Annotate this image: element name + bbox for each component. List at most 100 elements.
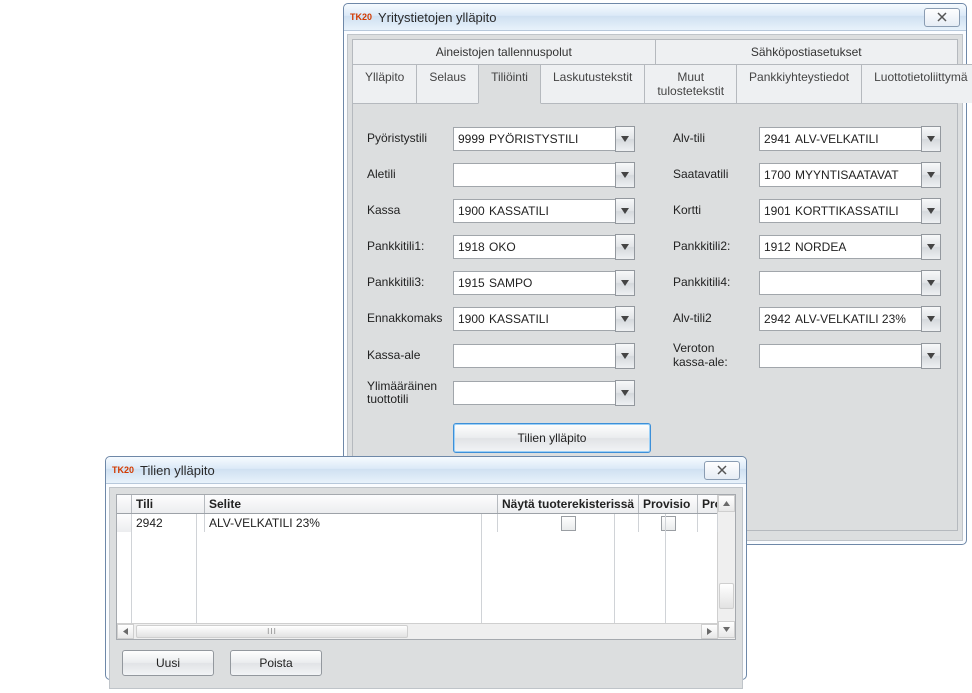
titlebar-tilien[interactable]: TK20 Tilien ylläpito [106,457,746,484]
combo-text[interactable] [485,163,615,187]
window-title: Yritystietojen ylläpito [378,10,924,25]
combo-code[interactable] [759,271,791,295]
table-row[interactable]: 2942 ALV-VELKATILI 23% [117,514,718,532]
combo-code[interactable]: 2941 [759,127,791,151]
chevron-up-icon [723,501,730,506]
field-label: Kortti [673,204,759,218]
combo-text[interactable] [791,271,921,295]
combo-dropdown-button[interactable] [615,380,635,406]
horizontal-scrollbar[interactable]: III [117,623,718,639]
tab-luottotietoliittyma[interactable]: Luottotietoliittymä [861,64,972,103]
checkbox-provisio1[interactable] [661,516,676,531]
combo-dropdown-button[interactable] [921,270,941,296]
tab-selaus[interactable]: Selaus [416,64,479,103]
scroll-thumb-horizontal[interactable]: III [136,625,408,638]
combo-code[interactable]: 2942 [759,307,791,331]
combo-code[interactable] [759,344,791,368]
tab-pankkiyhteystiedot[interactable]: Pankkiyhteystiedot [736,64,862,103]
tab-laskutustekstit[interactable]: Laskutustekstit [540,64,645,103]
cell-selite[interactable]: ALV-VELKATILI 23% [205,514,498,532]
combo-text[interactable]: PYÖRISTYSTILI [485,127,615,151]
combo-code[interactable]: 9999 [453,127,485,151]
tab-sahkopostiasetukset[interactable]: Sähköpostiasetukset [655,39,959,64]
combo-dropdown-button[interactable] [615,306,635,332]
combo-dropdown-button[interactable] [921,234,941,260]
combo-dropdown-button[interactable] [921,198,941,224]
combo-text[interactable]: KORTTIKASSATILI [791,199,921,223]
col-nayta[interactable]: Näytä tuoterekisterissä [498,495,639,513]
combo-code[interactable]: 1912 [759,235,791,259]
combo-dropdown-button[interactable] [615,162,635,188]
tab-yllapito[interactable]: Ylläpito [352,64,417,103]
combo-code[interactable] [453,381,485,405]
tab-muut-tulostetekstit[interactable]: Muut tulostetekstit [644,64,737,103]
field-label: Pankkitili1: [367,240,453,254]
poista-button[interactable]: Poista [230,650,322,676]
combo-text[interactable]: ALV-VELKATILI [791,127,921,151]
sub-tab-row: Ylläpito Selaus Tiliöinti Laskutusteksti… [352,64,958,103]
col-tili[interactable]: Tili [132,495,205,513]
combo-text[interactable] [791,344,921,368]
combo-text[interactable]: OKO [485,235,615,259]
combo-dropdown-button[interactable] [615,234,635,260]
checkbox-nayta[interactable] [561,516,576,531]
combo-code[interactable]: 1901 [759,199,791,223]
combo-code[interactable]: 1918 [453,235,485,259]
combo-dropdown-button[interactable] [615,270,635,296]
combo-code[interactable]: 1900 [453,307,485,331]
combo-code[interactable] [453,163,485,187]
col-provisio1[interactable]: Provisio [639,495,698,513]
combo-text[interactable]: SAMPO [485,271,615,295]
uusi-button[interactable]: Uusi [122,650,214,676]
scroll-right-button[interactable] [701,624,718,639]
cell-provisio1[interactable] [639,514,698,532]
field-label: Pankkitili3: [367,276,453,290]
combo-dropdown-button[interactable] [615,343,635,369]
cell-nayta[interactable] [498,514,639,532]
grid-body[interactable]: 2942 ALV-VELKATILI 23% [117,514,718,623]
col-selite[interactable]: Selite [205,495,498,513]
field-label: Kassa [367,204,453,218]
scroll-track-horizontal[interactable]: III [134,624,701,639]
combo-code[interactable] [453,344,485,368]
combo-code[interactable]: 1900 [453,199,485,223]
cell-tili[interactable]: 2942 [132,514,205,532]
tab-aineistojen-tallennuspolut[interactable]: Aineistojen tallennuspolut [352,39,656,64]
close-button-accounts[interactable] [704,461,740,480]
combo-dropdown-button[interactable] [615,126,635,152]
combo-text[interactable] [485,381,615,405]
scroll-up-button[interactable] [718,495,735,512]
combo-text[interactable]: KASSATILI [485,199,615,223]
app-icon: TK20 [350,12,372,22]
tilien-yllapito-button[interactable]: Tilien ylläpito [453,423,651,453]
close-button[interactable] [924,8,960,27]
accounts-client: Tili Selite Näytä tuoterekisterissä Prov… [109,487,743,689]
field-label: Pankkitili4: [673,276,759,290]
window-title-accounts: Tilien ylläpito [140,463,704,478]
col-provisio2[interactable]: Provisio [698,495,718,513]
combo-dropdown-button[interactable] [615,198,635,224]
combo-code[interactable]: 1700 [759,163,791,187]
combo-dropdown-button[interactable] [921,306,941,332]
combo-code[interactable]: 1915 [453,271,485,295]
combo-text[interactable]: ALV-VELKATILI 23% [791,307,921,331]
cell-provisio2[interactable] [698,514,718,532]
close-icon [937,12,947,22]
chevron-down-icon [723,627,730,632]
scroll-down-button[interactable] [718,621,735,638]
vertical-scrollbar[interactable] [717,495,735,639]
combo-dropdown-button[interactable] [921,343,941,369]
grid-header-marker [117,495,132,513]
field-label: Saatavatili [673,168,759,182]
combo-text[interactable]: MYYNTISAATAVAT [791,163,921,187]
combo-text[interactable] [485,344,615,368]
combo-dropdown-button[interactable] [921,126,941,152]
tab-tilointi[interactable]: Tiliöinti [478,64,541,104]
combo-dropdown-button[interactable] [921,162,941,188]
combo-text[interactable]: KASSATILI [485,307,615,331]
accounts-grid[interactable]: Tili Selite Näytä tuoterekisterissä Prov… [116,494,736,640]
scroll-thumb-vertical[interactable] [719,583,734,609]
scroll-left-button[interactable] [117,624,134,639]
titlebar-yritystiedot[interactable]: TK20 Yritystietojen ylläpito [344,4,966,31]
combo-text[interactable]: NORDEA [791,235,921,259]
